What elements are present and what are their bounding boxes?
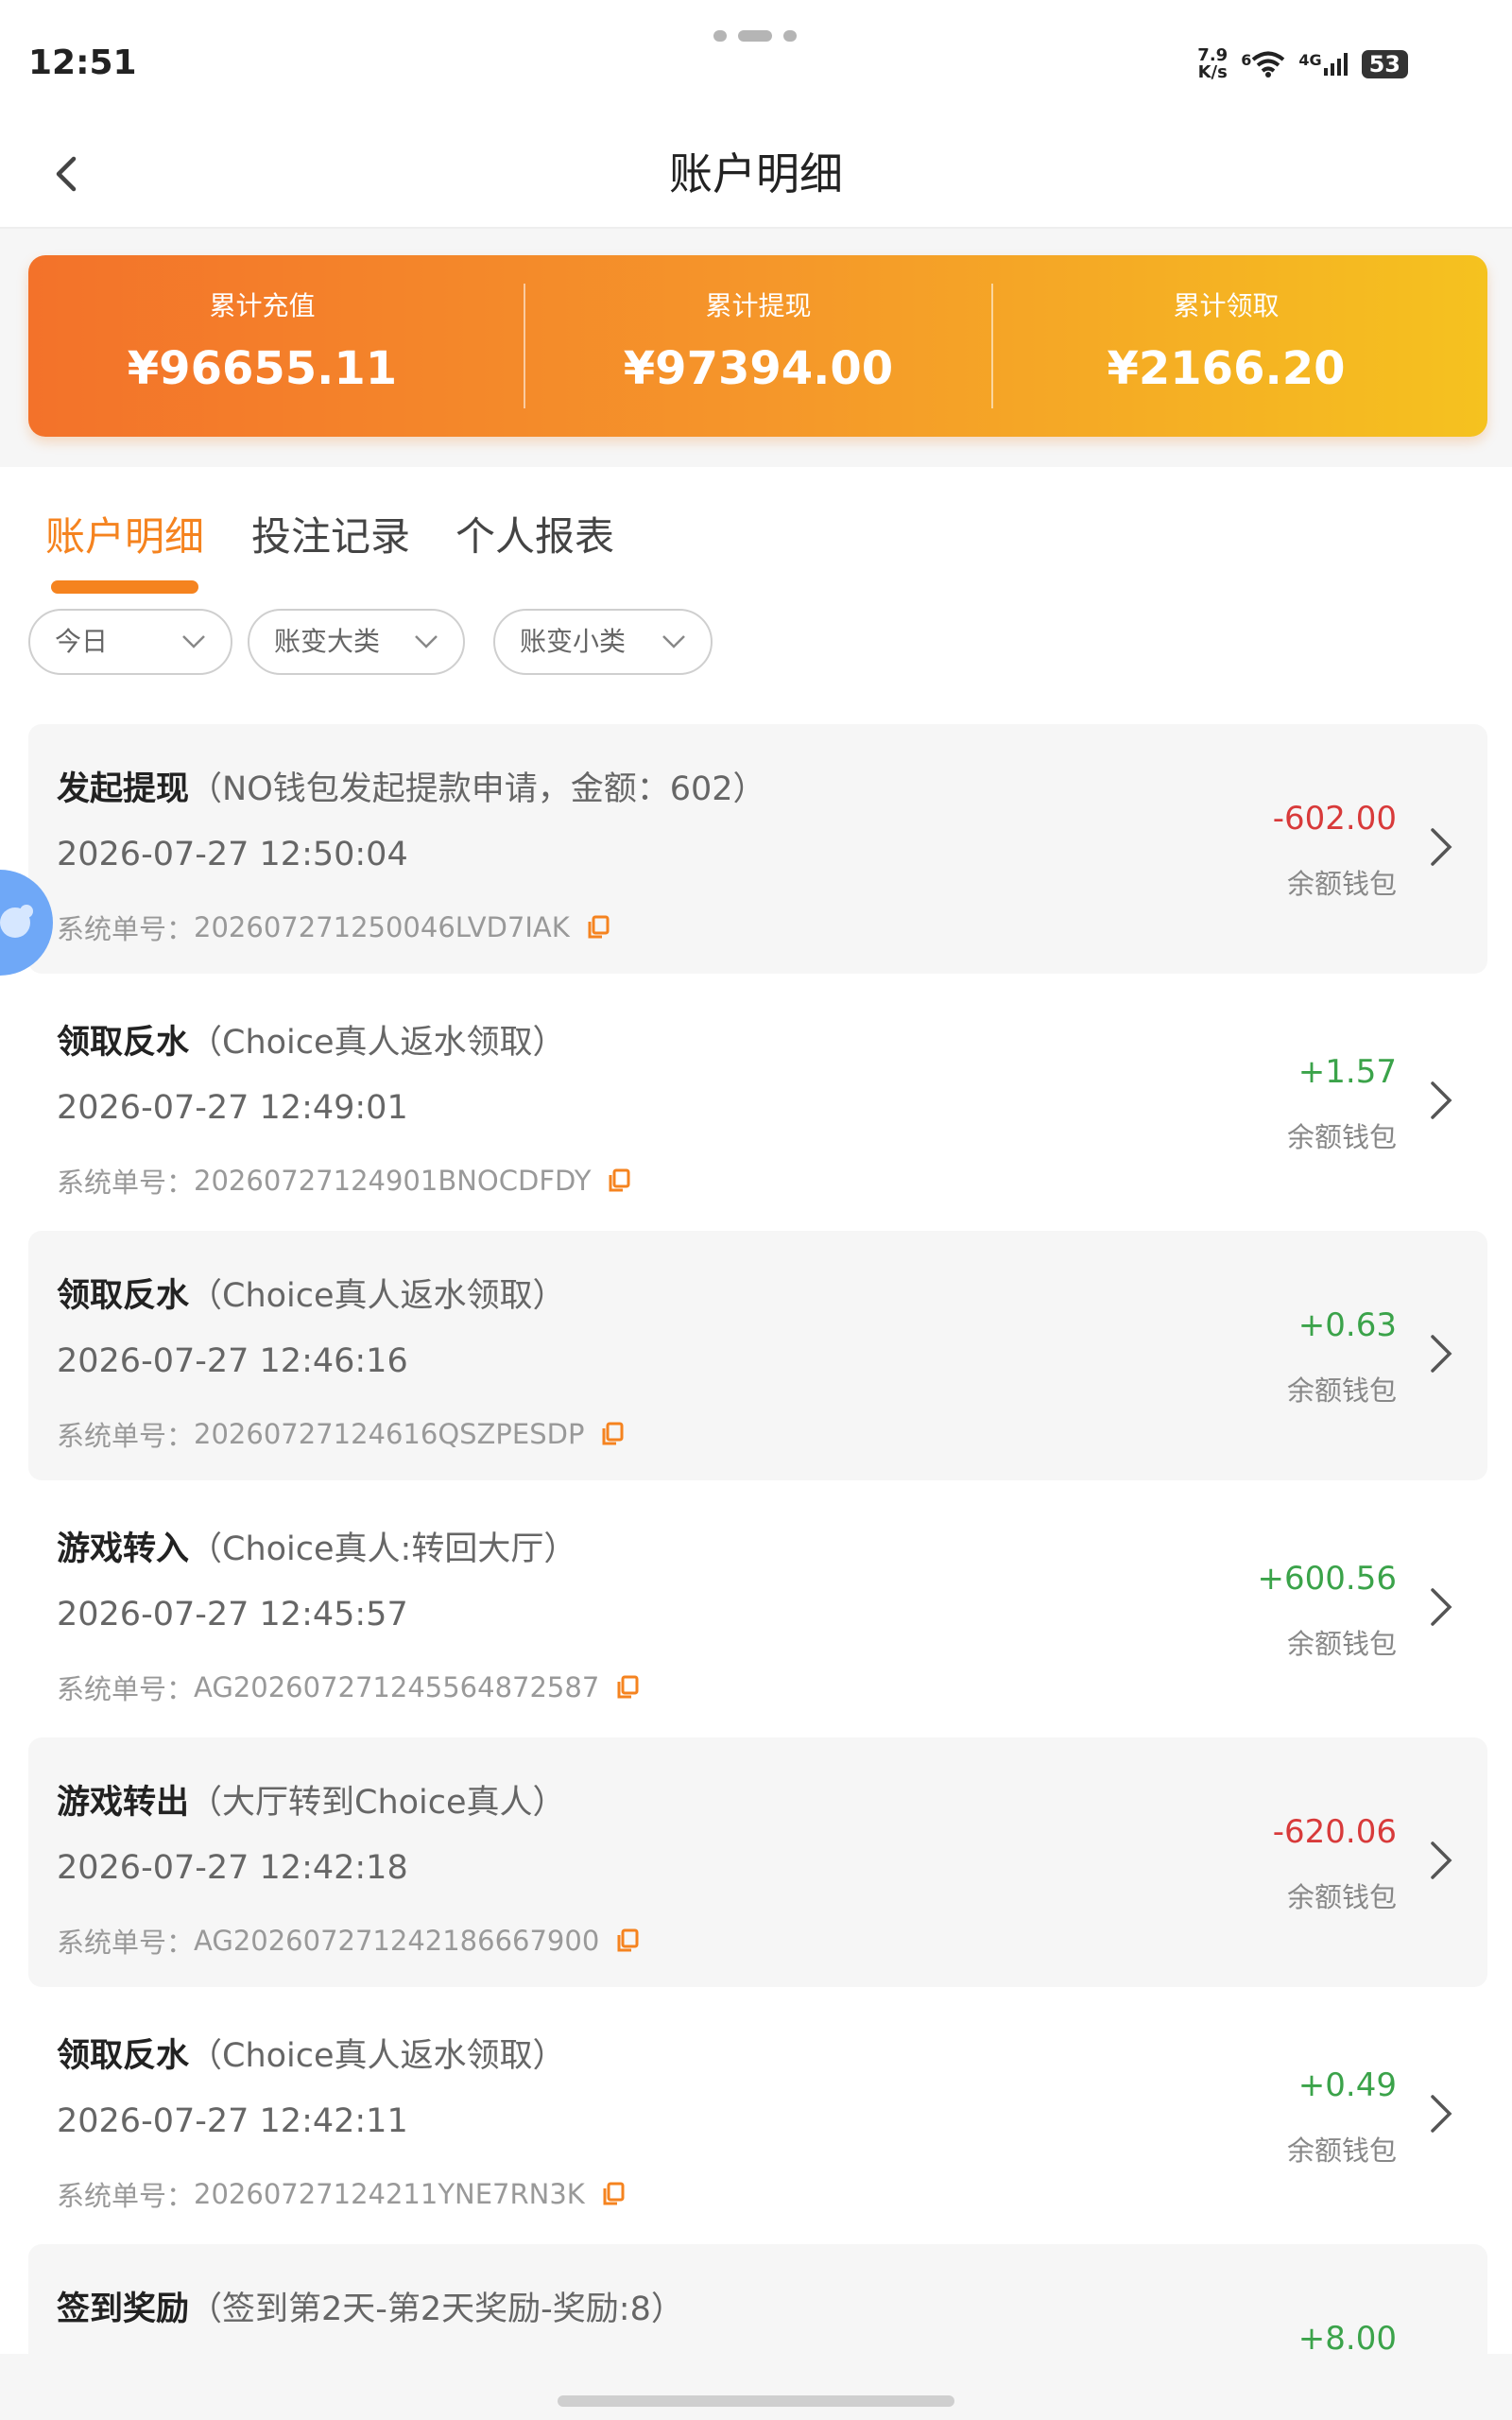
- stat-total-claimed: 累计领取 ¥2166.20: [1107, 290, 1346, 395]
- filter-bar: 今日 账变大类 账变小类: [0, 594, 1512, 690]
- record-wallet: 余额钱包: [1286, 1374, 1397, 1407]
- record-time: 2026-07-27 12:46:16: [57, 1342, 408, 1380]
- record-order: 系统单号： 20260727124211YNE7RN3K: [57, 2174, 625, 2214]
- filter-major-category-select[interactable]: 账变大类: [248, 609, 465, 675]
- record-type: 游戏转入: [57, 1530, 190, 1568]
- filter-minor-category-select[interactable]: 账变小类: [493, 609, 713, 675]
- record-detail: （Choice真人返水领取）: [189, 2037, 566, 2075]
- record-amount: +0.49: [1297, 2066, 1397, 2104]
- multitask-dots-icon: [713, 26, 799, 45]
- copy-icon[interactable]: [608, 1168, 630, 1193]
- net-speed: 7.9 K/s: [1197, 45, 1228, 82]
- record-row[interactable]: 游戏转出（大厅转到Choice真人） 2026-07-27 12:42:18 系…: [28, 1737, 1487, 1987]
- record-type: 领取反水: [57, 2037, 190, 2075]
- chevron-right-icon: [1431, 1081, 1452, 1119]
- record-detail: （NO钱包发起提款申请，金额：602）: [189, 770, 766, 808]
- tab-bet-records[interactable]: 投注记录: [251, 505, 410, 562]
- copy-icon[interactable]: [602, 2182, 625, 2206]
- record-order: 系统单号： 20260727124616QSZPESDP: [57, 1414, 624, 1454]
- chevron-right-icon: [1431, 828, 1452, 866]
- chat-bubble-icon: [0, 905, 33, 938]
- record-time: 2026-07-27 12:50:04: [57, 836, 408, 873]
- record-detail: （大厅转到Choice真人）: [189, 1784, 566, 1822]
- record-type: 领取反水: [57, 1024, 190, 1062]
- record-wallet: 余额钱包: [1286, 2135, 1397, 2167]
- record-row[interactable]: 发起提现（NO钱包发起提款申请，金额：602） 2026-07-27 12:50…: [28, 724, 1487, 974]
- home-indicator[interactable]: [558, 2395, 954, 2407]
- record-detail: （Choice真人:转回大厅）: [189, 1530, 577, 1568]
- summary-section: 累计充值 ¥96655.11 累计提现 ¥97394.00 累计领取 ¥2166…: [0, 229, 1512, 467]
- record-type: 游戏转出: [57, 1784, 190, 1822]
- copy-icon[interactable]: [616, 1675, 639, 1700]
- record-order: 系统单号： 20260727124901BNOCDFDY: [57, 1161, 630, 1201]
- record-wallet: 余额钱包: [1286, 868, 1397, 900]
- record-row[interactable]: 签到奖励（签到第2天-第2天奖励-奖励:8） +8.00: [28, 2244, 1487, 2354]
- record-list: 发起提现（NO钱包发起提款申请，金额：602） 2026-07-27 12:50…: [0, 690, 1512, 2354]
- record-amount: +1.57: [1297, 1053, 1397, 1091]
- nav-header: 账户明细: [0, 123, 1512, 229]
- record-row[interactable]: 领取反水（Choice真人返水领取） 2026-07-27 12:46:16 系…: [28, 1231, 1487, 1480]
- copy-icon[interactable]: [587, 915, 610, 940]
- filter-date-select[interactable]: 今日: [28, 609, 232, 675]
- chevron-right-icon: [1431, 1335, 1452, 1373]
- wifi-icon: 6: [1241, 51, 1285, 78]
- copy-icon[interactable]: [616, 1928, 639, 1953]
- battery-icon: 53: [1361, 50, 1408, 78]
- stat-total-withdraw: 累计提现 ¥97394.00: [623, 290, 894, 395]
- chevron-down-icon: [415, 635, 438, 648]
- chevron-down-icon: [182, 635, 205, 648]
- cell-signal-icon: 4G: [1298, 51, 1348, 78]
- record-type: 发起提现: [57, 770, 190, 808]
- chevron-right-icon: [1431, 2095, 1452, 2133]
- record-wallet: 余额钱包: [1286, 1121, 1397, 1153]
- record-detail: （签到第2天-第2天奖励-奖励:8）: [189, 2290, 684, 2328]
- record-row[interactable]: 领取反水（Choice真人返水领取） 2026-07-27 12:42:11 系…: [28, 1991, 1487, 2240]
- record-order: 系统单号： AG202607271242186667900: [57, 1921, 639, 1961]
- chevron-right-icon: [1431, 1588, 1452, 1626]
- record-amount: +600.56: [1257, 1560, 1397, 1598]
- status-icons: 7.9 K/s 6 4G 53: [1197, 47, 1408, 81]
- record-time: 2026-07-27 12:42:18: [57, 1849, 408, 1887]
- copy-icon[interactable]: [601, 1422, 624, 1446]
- summary-card: 累计充值 ¥96655.11 累计提现 ¥97394.00 累计领取 ¥2166…: [28, 255, 1487, 437]
- record-time: 2026-07-27 12:49:01: [57, 1089, 408, 1127]
- record-type: 领取反水: [57, 1277, 190, 1315]
- record-row[interactable]: 游戏转入（Choice真人:转回大厅） 2026-07-27 12:45:57 …: [28, 1484, 1487, 1734]
- tab-bar: 账户明细 投注记录 个人报表: [0, 467, 1512, 594]
- record-amount: +0.63: [1297, 1306, 1397, 1344]
- record-order: 系统单号： AG202607271245564872587: [57, 1668, 639, 1707]
- tab-active-indicator: [51, 580, 198, 594]
- record-wallet: 余额钱包: [1286, 1628, 1397, 1660]
- page-title: 账户明细: [669, 148, 843, 199]
- record-amount: -602.00: [1272, 800, 1397, 838]
- floating-assistant-button[interactable]: [0, 870, 53, 976]
- record-order: 系统单号： 202607271250046LVD7IAK: [57, 908, 610, 947]
- record-type: 签到奖励: [57, 2290, 190, 2328]
- record-time: 2026-07-27 12:42:11: [57, 2102, 408, 2140]
- tab-account-detail[interactable]: 账户明细: [45, 505, 204, 562]
- record-amount: -620.06: [1272, 1813, 1397, 1851]
- record-detail: （Choice真人返水领取）: [189, 1024, 566, 1062]
- tab-personal-report[interactable]: 个人报表: [455, 505, 614, 562]
- bottom-area: [0, 2354, 1512, 2420]
- stat-total-deposit: 累计充值 ¥96655.11: [127, 290, 398, 395]
- record-time: 2026-07-27 12:45:57: [57, 1596, 408, 1634]
- chevron-down-icon: [662, 635, 685, 648]
- record-wallet: 余额钱包: [1286, 1881, 1397, 1913]
- status-time: 12:51: [28, 43, 137, 82]
- record-row[interactable]: 领取反水（Choice真人返水领取） 2026-07-27 12:49:01 系…: [28, 977, 1487, 1227]
- chevron-right-icon: [1431, 1841, 1452, 1879]
- record-amount: +8.00: [1297, 2320, 1397, 2354]
- record-detail: （Choice真人返水领取）: [189, 1277, 566, 1315]
- status-bar: 12:51 7.9 K/s 6 4G 53: [0, 0, 1512, 123]
